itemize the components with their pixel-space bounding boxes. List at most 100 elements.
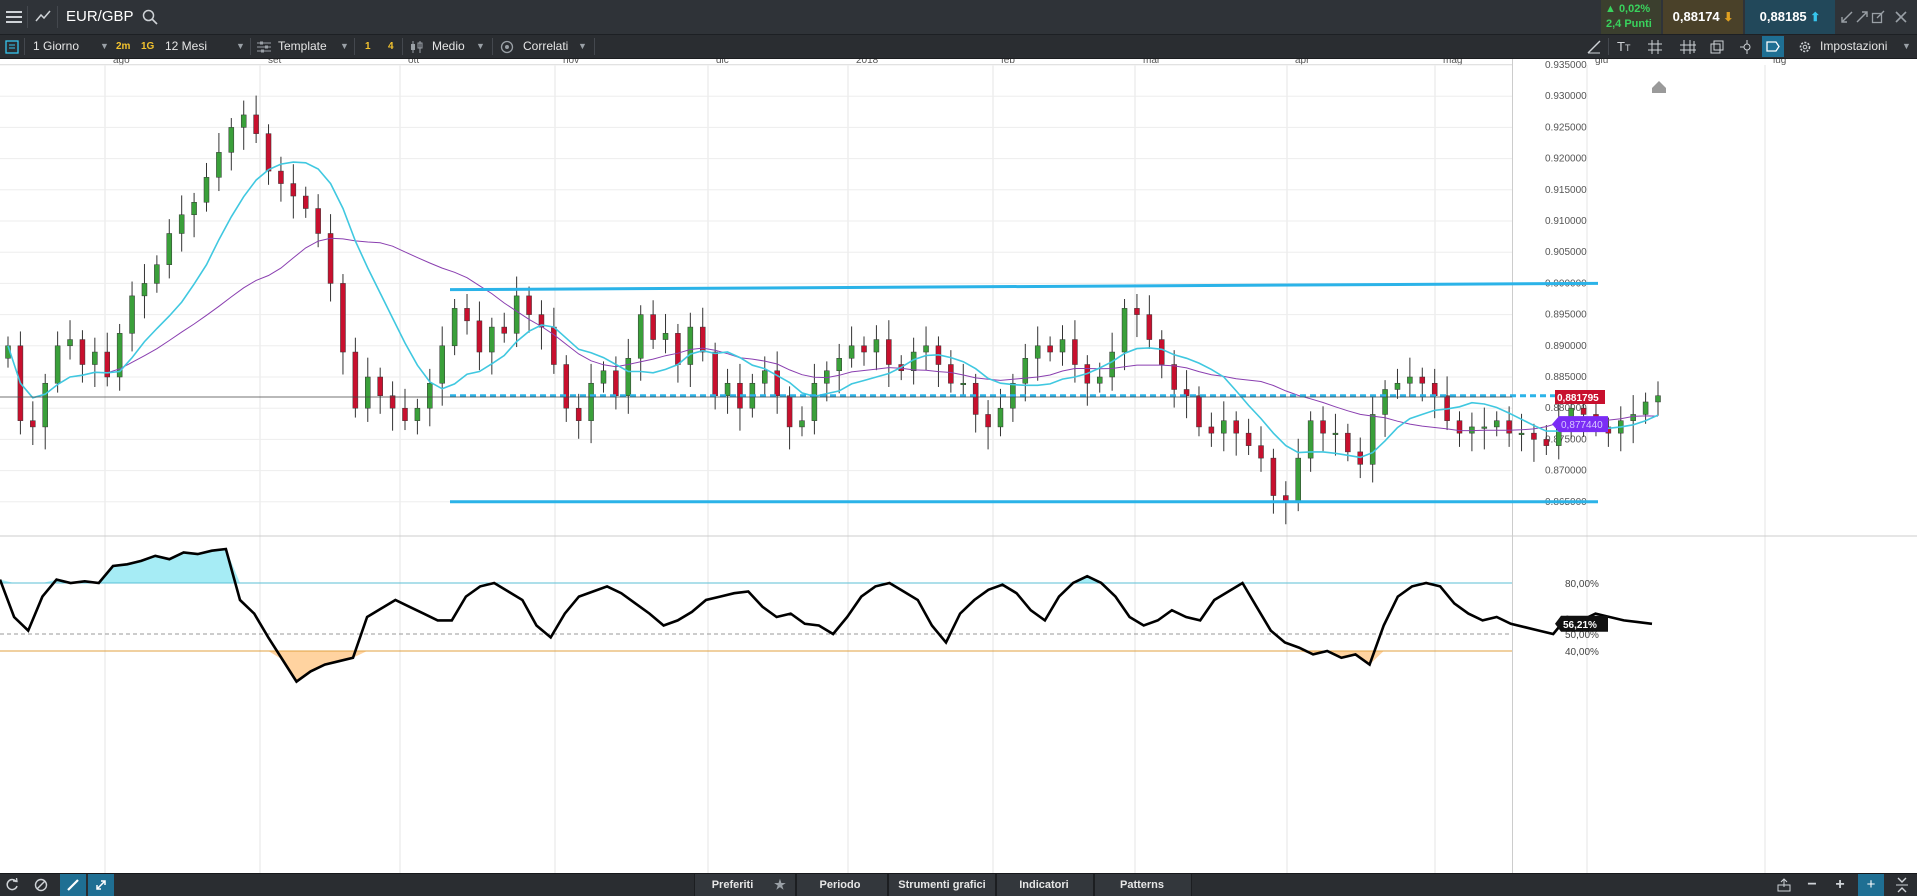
candle-body bbox=[873, 339, 880, 353]
correlated-icon bbox=[500, 40, 514, 54]
candle-body bbox=[1419, 376, 1426, 384]
candle-body bbox=[1345, 432, 1351, 453]
candle-body bbox=[1196, 395, 1202, 428]
template-select[interactable]: Template bbox=[278, 35, 327, 58]
candle-body bbox=[1332, 432, 1339, 435]
candle-body bbox=[563, 364, 570, 409]
zoom-in-button[interactable]: + bbox=[1828, 874, 1852, 896]
arrows-icon bbox=[96, 880, 106, 890]
collapse-icon[interactable] bbox=[1855, 10, 1869, 24]
block-icon[interactable] bbox=[34, 878, 48, 892]
candle-body bbox=[1221, 420, 1227, 434]
range-caret-icon[interactable]: ▼ bbox=[236, 35, 245, 58]
marker-icon[interactable] bbox=[1652, 81, 1666, 93]
candle-body bbox=[1531, 432, 1537, 440]
candle-body bbox=[377, 376, 383, 396]
candle-body bbox=[575, 407, 582, 421]
candle-body bbox=[1369, 414, 1376, 465]
refresh-icon[interactable] bbox=[5, 878, 19, 892]
strumenti-tab[interactable]: Strumenti grafici bbox=[890, 874, 994, 896]
close-icon[interactable] bbox=[1894, 10, 1908, 24]
patterns-tab[interactable]: Patterns bbox=[1096, 874, 1188, 896]
candle-body bbox=[1059, 339, 1066, 353]
price-tick-label: 0.935000 bbox=[1545, 60, 1587, 71]
chart-area[interactable]: ago set ott nov dic 2018 feb mar apr mag giu lug 0.9… bbox=[0, 59, 1917, 873]
fit-icon: + bbox=[1866, 876, 1876, 893]
correlated-select[interactable]: Correlati bbox=[523, 35, 568, 58]
candle-body bbox=[464, 308, 470, 322]
star-icon[interactable]: ★ bbox=[770, 874, 790, 896]
quick-1g-button[interactable]: 1G bbox=[141, 35, 154, 58]
fit-button[interactable]: + bbox=[1858, 874, 1884, 896]
shape-tool-button[interactable] bbox=[1762, 36, 1784, 57]
settings-gear-icon[interactable] bbox=[1798, 40, 1812, 54]
candle-body bbox=[1047, 345, 1053, 353]
oscillator-overbought-fill bbox=[0, 549, 1652, 583]
overlay-icon[interactable] bbox=[1710, 40, 1724, 54]
price-tick-label: 0.930000 bbox=[1545, 91, 1587, 102]
text-size-icon[interactable]: TT bbox=[1617, 39, 1630, 54]
timeframe-caret-icon[interactable]: ▼ bbox=[100, 35, 109, 58]
search-icon[interactable] bbox=[142, 9, 158, 25]
candle-body bbox=[1394, 382, 1401, 390]
grid-icon[interactable] bbox=[1648, 40, 1662, 54]
candle-body bbox=[203, 177, 210, 203]
correlated-caret-icon[interactable]: ▼ bbox=[578, 35, 587, 58]
price-tick-label: 0.875000 bbox=[1545, 434, 1587, 445]
bid-price-box[interactable]: 0,88174 ⬇ bbox=[1663, 0, 1743, 34]
template-caret-icon[interactable]: ▼ bbox=[340, 35, 349, 58]
preferiti-tab[interactable]: Preferiti bbox=[700, 874, 765, 896]
minimize-icon[interactable] bbox=[1840, 10, 1854, 24]
settings-caret-icon[interactable]: ▼ bbox=[1902, 35, 1911, 58]
crosshair-grid-icon[interactable] bbox=[1680, 40, 1696, 54]
chart-style-select[interactable]: Medio bbox=[432, 35, 465, 58]
timeframe-select[interactable]: 1 Giorno bbox=[33, 35, 79, 58]
ask-price-box[interactable]: 0,88185 ⬆ bbox=[1745, 0, 1835, 34]
price-tick-label: 0.915000 bbox=[1545, 185, 1587, 196]
candle-body bbox=[1407, 376, 1413, 384]
settings-button[interactable]: Impostazioni bbox=[1820, 35, 1887, 58]
chart-style-caret-icon[interactable]: ▼ bbox=[476, 35, 485, 58]
chart-type-icon[interactable] bbox=[35, 9, 51, 23]
candle-body bbox=[67, 339, 73, 347]
indicatori-tab[interactable]: Indicatori bbox=[998, 874, 1090, 896]
candle-body bbox=[997, 407, 1004, 428]
chart-toolbar: 1 Giorno ▼ 2m 1G 12 Mesi ▼ Template ▼ 1 … bbox=[0, 35, 1917, 59]
candle-body bbox=[265, 133, 272, 172]
candle-body bbox=[191, 202, 197, 216]
popout-icon[interactable] bbox=[1871, 10, 1885, 24]
candle-body bbox=[551, 326, 557, 365]
candle-body bbox=[240, 114, 247, 128]
arrows-tool-button[interactable] bbox=[88, 874, 114, 896]
oscillator-line bbox=[0, 547, 1653, 684]
zoom-out-button[interactable]: − bbox=[1800, 874, 1824, 896]
target-icon[interactable] bbox=[1740, 40, 1754, 54]
change-percent: ▲ 0,02% bbox=[1605, 3, 1651, 15]
collapse-panel-icon[interactable] bbox=[1895, 877, 1909, 893]
candle-body bbox=[79, 339, 86, 365]
symbol-label[interactable]: EUR/GBP bbox=[66, 8, 134, 25]
price-chart[interactable]: ago set ott nov dic 2018 feb mar apr mag giu lug0.9… bbox=[0, 59, 1917, 873]
candle-body bbox=[1208, 426, 1215, 434]
candle-body bbox=[1072, 339, 1078, 365]
candle-body bbox=[451, 308, 458, 347]
candle-body bbox=[1295, 457, 1301, 503]
export-icon[interactable] bbox=[1777, 878, 1791, 892]
candle-body bbox=[1580, 407, 1587, 415]
draw-line-icon[interactable] bbox=[1587, 40, 1601, 54]
range-select[interactable]: 12 Mesi bbox=[165, 35, 207, 58]
pencil-tool-button[interactable] bbox=[60, 874, 86, 896]
panel-toggle-icon[interactable] bbox=[5, 40, 19, 54]
top-bar: EUR/GBP ▲ 0,02% 2,4 Punti 0,88174 ⬇ 0,88… bbox=[0, 0, 1917, 35]
layout-1-button[interactable]: 1 bbox=[365, 35, 371, 58]
candle-body bbox=[513, 295, 520, 334]
last-price-label: 0,881795 bbox=[1557, 393, 1599, 404]
periodo-tab[interactable]: Periodo bbox=[800, 874, 880, 896]
channel-upper-line[interactable] bbox=[449, 281, 1599, 292]
menu-icon[interactable] bbox=[6, 9, 22, 25]
candle-body bbox=[972, 382, 979, 415]
candle-body bbox=[129, 295, 135, 334]
quick-2m-button[interactable]: 2m bbox=[116, 35, 130, 58]
layout-4-button[interactable]: 4 bbox=[388, 35, 394, 58]
candle-body bbox=[402, 407, 408, 421]
